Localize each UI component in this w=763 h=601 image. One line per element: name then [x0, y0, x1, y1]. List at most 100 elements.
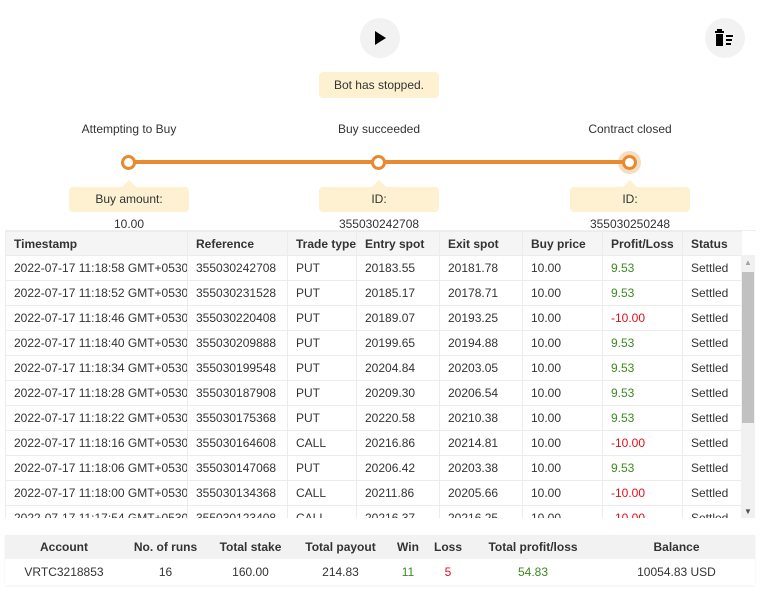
cell-buy-price: 10.00: [522, 405, 603, 431]
column-header-status[interactable]: Status: [682, 231, 742, 256]
cell-reference: 355030231528: [187, 280, 288, 306]
cell-timestamp: 2022-07-17 11:18:28 GMT+0530: [5, 380, 188, 406]
cell-trade-type: PUT: [287, 305, 357, 331]
cell-reference: 355030164608: [187, 430, 288, 456]
column-header-profit-loss[interactable]: Profit/Loss: [602, 231, 683, 256]
transaction-row[interactable]: 2022-07-17 11:18:16 GMT+0530 355030164608…: [5, 430, 742, 456]
summary-header-balance: Balance: [598, 535, 755, 559]
cell-reference: 355030134368: [187, 480, 288, 506]
transaction-row[interactable]: 2022-07-17 11:18:00 GMT+0530 355030134368…: [5, 480, 742, 506]
summary-values-row: VRTC3218853 16 160.00 214.83 11 5 54.83 …: [5, 559, 755, 585]
cell-exit-spot: 20216.25: [439, 505, 523, 518]
cell-exit-spot: 20203.38: [439, 455, 523, 481]
step-label-buy-succeeded: Buy succeeded: [337, 122, 421, 136]
scroll-up-arrow-icon[interactable]: ▲: [741, 255, 755, 269]
cell-status: Settled: [682, 305, 742, 331]
cell-reference: 355030123408: [187, 505, 288, 518]
cell-trade-type: CALL: [287, 480, 357, 506]
cell-profit-loss: 9.53: [602, 255, 683, 281]
column-header-reference[interactable]: Reference: [187, 231, 288, 256]
transaction-row[interactable]: 2022-07-17 11:17:54 GMT+0530 355030123408…: [5, 505, 742, 518]
transaction-row[interactable]: 2022-07-17 11:18:52 GMT+0530 355030231528…: [5, 280, 742, 306]
cell-profit-loss: -10.00: [602, 305, 683, 331]
cell-reference: 355030199548: [187, 355, 288, 381]
cell-status: Settled: [682, 355, 742, 381]
cell-buy-price: 10.00: [522, 430, 603, 456]
cell-status: Settled: [682, 280, 742, 306]
summary-win: 11: [388, 559, 428, 585]
cell-entry-spot: 20183.55: [356, 255, 440, 281]
transaction-row[interactable]: 2022-07-17 11:18:22 GMT+0530 355030175368…: [5, 405, 742, 431]
run-bot-button[interactable]: [360, 18, 400, 58]
column-header-exit-spot[interactable]: Exit spot: [439, 231, 523, 256]
cell-profit-loss: 9.53: [602, 455, 683, 481]
play-icon: [375, 31, 386, 45]
cell-buy-price: 10.00: [522, 355, 603, 381]
cell-reference: 355030175368: [187, 405, 288, 431]
cell-timestamp: 2022-07-17 11:18:46 GMT+0530: [5, 305, 188, 331]
cell-exit-spot: 20203.05: [439, 355, 523, 381]
cell-exit-spot: 20206.54: [439, 380, 523, 406]
cell-reference: 355030209888: [187, 330, 288, 356]
cell-timestamp: 2022-07-17 11:18:34 GMT+0530: [5, 355, 188, 381]
cell-timestamp: 2022-07-17 11:17:54 GMT+0530: [5, 505, 188, 518]
cell-timestamp: 2022-07-17 11:18:00 GMT+0530: [5, 480, 188, 506]
cell-entry-spot: 20185.17: [356, 280, 440, 306]
cell-status: Settled: [682, 405, 742, 431]
cell-buy-price: 10.00: [522, 255, 603, 281]
cell-profit-loss: -10.00: [602, 505, 683, 518]
summary-loss: 5: [428, 559, 468, 585]
cell-entry-spot: 20220.58: [356, 405, 440, 431]
summary-runs: 16: [123, 559, 208, 585]
cell-buy-price: 10.00: [522, 505, 603, 518]
scrollbar-thumb[interactable]: [742, 272, 754, 423]
cell-reference: 355030147068: [187, 455, 288, 481]
clear-stats-button[interactable]: [705, 18, 745, 58]
cell-timestamp: 2022-07-17 11:18:40 GMT+0530: [5, 330, 188, 356]
cell-exit-spot: 20193.25: [439, 305, 523, 331]
cell-trade-type: PUT: [287, 405, 357, 431]
transaction-row[interactable]: 2022-07-17 11:18:58 GMT+0530 355030242708…: [5, 255, 742, 281]
cell-status: Settled: [682, 255, 742, 281]
cell-status: Settled: [682, 455, 742, 481]
cell-exit-spot: 20181.78: [439, 255, 523, 281]
transaction-row[interactable]: 2022-07-17 11:18:40 GMT+0530 355030209888…: [5, 330, 742, 356]
cell-buy-price: 10.00: [522, 380, 603, 406]
cell-timestamp: 2022-07-17 11:18:58 GMT+0530: [5, 255, 188, 281]
column-header-buy-price[interactable]: Buy price: [522, 231, 603, 256]
cell-profit-loss: 9.53: [602, 280, 683, 306]
scroll-down-arrow-icon[interactable]: ▼: [741, 504, 755, 518]
column-header-trade-type[interactable]: Trade type: [287, 231, 357, 256]
cell-buy-price: 10.00: [522, 330, 603, 356]
summary-header-loss: Loss: [428, 535, 468, 559]
transaction-row[interactable]: 2022-07-17 11:18:46 GMT+0530 355030220408…: [5, 305, 742, 331]
cell-trade-type: CALL: [287, 430, 357, 456]
step-node-1: [121, 154, 136, 170]
summary-table: Account No. of runs Total stake Total pa…: [5, 535, 755, 585]
column-header-timestamp[interactable]: Timestamp: [5, 231, 188, 256]
cell-status: Settled: [682, 505, 742, 518]
summary-header-total-payout: Total payout: [293, 535, 388, 559]
transactions-scrollbar[interactable]: ▲ ▼: [741, 255, 755, 518]
cell-exit-spot: 20214.81: [439, 430, 523, 456]
cell-profit-loss: 9.53: [602, 355, 683, 381]
cell-trade-type: PUT: [287, 355, 357, 381]
step-node-2: [371, 154, 386, 170]
cell-reference: 355030242708: [187, 255, 288, 281]
column-header-entry-spot[interactable]: Entry spot: [356, 231, 440, 256]
transactions-table: Timestamp Reference Trade type Entry spo…: [5, 230, 756, 518]
cell-exit-spot: 20205.66: [439, 480, 523, 506]
summary-header-row: Account No. of runs Total stake Total pa…: [5, 535, 755, 559]
transaction-row[interactable]: 2022-07-17 11:18:34 GMT+0530 355030199548…: [5, 355, 742, 381]
cell-timestamp: 2022-07-17 11:18:06 GMT+0530: [5, 455, 188, 481]
summary-header-win: Win: [388, 535, 428, 559]
cell-timestamp: 2022-07-17 11:18:16 GMT+0530: [5, 430, 188, 456]
cell-entry-spot: 20211.86: [356, 480, 440, 506]
cell-status: Settled: [682, 480, 742, 506]
cell-profit-loss: 9.53: [602, 380, 683, 406]
transaction-row[interactable]: 2022-07-17 11:18:06 GMT+0530 355030147068…: [5, 455, 742, 481]
cell-timestamp: 2022-07-17 11:18:22 GMT+0530: [5, 405, 188, 431]
transaction-row[interactable]: 2022-07-17 11:18:28 GMT+0530 355030187908…: [5, 380, 742, 406]
cell-status: Settled: [682, 430, 742, 456]
summary-total-stake: 160.00: [208, 559, 293, 585]
